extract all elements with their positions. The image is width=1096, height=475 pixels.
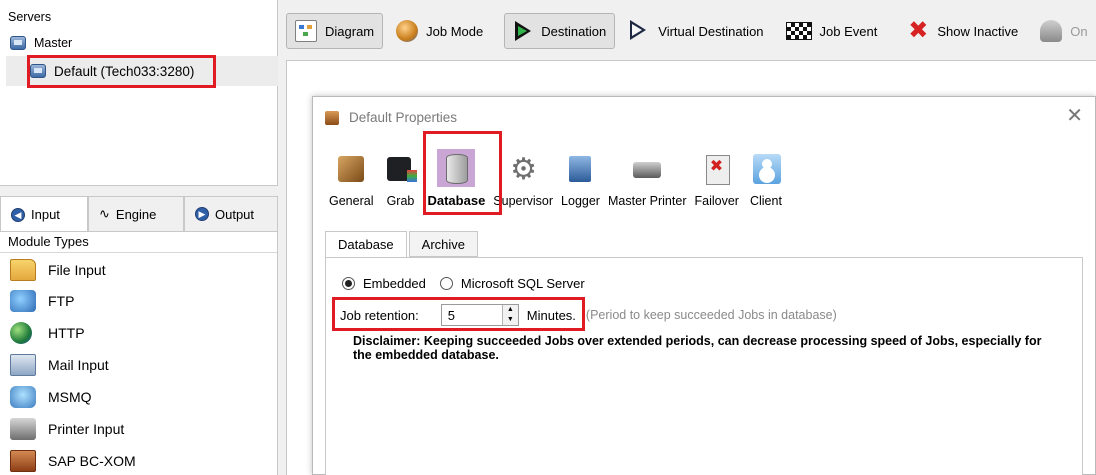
- module-types-panel: Module Types File Input FTP HTTP Mail In…: [0, 231, 278, 475]
- mail-icon: [10, 354, 36, 376]
- job-mode-label: Job Mode: [426, 23, 484, 39]
- sap-icon: [10, 450, 36, 472]
- main-toolbar: Diagram Job Mode Destination Virtual Des…: [286, 6, 1096, 56]
- highlight-box-default-server: [27, 55, 216, 88]
- list-item-label: Printer Input: [48, 421, 125, 437]
- servers-panel: Servers Master Default (Tech033:3280): [0, 0, 278, 186]
- ftp-icon: [10, 290, 36, 312]
- logger-icon: [562, 150, 600, 188]
- tab-output-label: Output: [215, 206, 255, 222]
- output-icon: ▶: [195, 207, 209, 221]
- destination-button[interactable]: Destination: [504, 13, 616, 49]
- dialog-title-text: Default Properties: [349, 110, 458, 125]
- database-panel: Embedded Microsoft SQL Server Job retent…: [325, 257, 1083, 475]
- folder-icon: [10, 259, 36, 281]
- list-item-label: File Input: [48, 262, 106, 278]
- tab-input-label: Input: [31, 207, 60, 222]
- category-label: General: [329, 194, 374, 208]
- category-label: Client: [749, 194, 782, 208]
- show-inactive-label: Show Inactive: [937, 23, 1019, 39]
- category-failover[interactable]: Failover: [690, 150, 742, 208]
- engine-icon: ∿: [99, 206, 110, 221]
- diagram-label: Diagram: [325, 23, 375, 39]
- mssql-radio[interactable]: [439, 277, 453, 290]
- list-item-label: MSMQ: [48, 389, 92, 405]
- list-item[interactable]: SAP BC-XOM: [10, 450, 136, 472]
- diagram-icon: [295, 20, 317, 42]
- category-client[interactable]: Client: [743, 150, 789, 208]
- show-inactive-button[interactable]: ✖ Show Inactive: [898, 13, 1027, 49]
- list-item[interactable]: File Input: [10, 259, 106, 281]
- checkered-flag-icon: [785, 22, 812, 40]
- input-icon: ◀: [11, 207, 25, 222]
- grab-icon: [381, 150, 419, 188]
- printer-icon: [10, 418, 36, 440]
- category-label: Failover: [694, 194, 739, 208]
- job-event-label: Job Event: [819, 23, 878, 39]
- properties-icon: [325, 110, 339, 125]
- general-icon: [332, 150, 370, 188]
- on-label: On: [1070, 23, 1088, 39]
- category-bar: General Grab Database Supervisor Logger …: [325, 149, 789, 208]
- category-label: Logger: [561, 194, 600, 208]
- highlight-box-database-category: [423, 131, 502, 215]
- server-icon: [10, 36, 26, 50]
- on-icon: [1040, 20, 1063, 42]
- on-button[interactable]: On: [1031, 13, 1096, 49]
- tab-output[interactable]: ▶ Output: [184, 196, 278, 231]
- globe-icon: [10, 322, 32, 344]
- tab-archive[interactable]: Archive: [408, 231, 479, 257]
- failover-icon: [698, 150, 736, 188]
- database-type-options: Embedded Microsoft SQL Server: [342, 276, 585, 291]
- module-types-header: Module Types: [0, 232, 277, 253]
- category-general[interactable]: General: [325, 150, 377, 208]
- supervisor-icon: [504, 150, 542, 188]
- dialog-title: Default Properties: [325, 110, 457, 125]
- list-item[interactable]: Mail Input: [10, 354, 109, 376]
- red-x-icon: ✖: [908, 17, 929, 44]
- list-item-label: Mail Input: [48, 357, 109, 373]
- list-item[interactable]: HTTP: [10, 322, 85, 344]
- virtual-destination-label: Virtual Destination: [658, 23, 764, 39]
- database-tabs: Database Archive: [325, 231, 480, 258]
- printer-icon: [628, 150, 666, 188]
- destination-icon: [513, 21, 533, 41]
- client-icon: [747, 150, 785, 188]
- tree-item-master-label: Master: [34, 36, 73, 50]
- embedded-radio[interactable]: [342, 277, 355, 290]
- list-item[interactable]: FTP: [10, 290, 74, 312]
- tab-engine[interactable]: ∿ Engine: [88, 196, 184, 231]
- servers-header: Servers: [8, 10, 52, 24]
- list-item-label: HTTP: [48, 325, 85, 341]
- tab-database[interactable]: Database: [325, 231, 407, 258]
- list-item[interactable]: Printer Input: [10, 418, 124, 440]
- tree-item-master[interactable]: Master: [10, 36, 72, 50]
- close-icon[interactable]: ✕: [1066, 106, 1083, 126]
- list-item[interactable]: MSMQ: [10, 386, 92, 408]
- category-label: Grab: [386, 194, 415, 208]
- category-grab[interactable]: Grab: [377, 150, 423, 208]
- job-event-button[interactable]: Job Event: [777, 13, 887, 49]
- mssql-label: Microsoft SQL Server: [460, 276, 585, 291]
- module-tabs: ◀ Input ∿ Engine ▶ Output: [0, 196, 278, 232]
- embedded-label: Embedded: [363, 276, 426, 291]
- tab-input[interactable]: ◀ Input: [0, 196, 88, 232]
- category-logger[interactable]: Logger: [557, 150, 604, 208]
- virtual-destination-icon: [628, 20, 650, 42]
- virtual-destination-button[interactable]: Virtual Destination: [619, 13, 772, 49]
- job-retention-hint: (Period to keep succeeded Jobs in databa…: [585, 308, 837, 322]
- gears-icon: [396, 20, 419, 42]
- diagram-button[interactable]: Diagram: [286, 13, 384, 49]
- category-label: Master Printer: [607, 194, 687, 208]
- disclaimer-text: Disclaimer: Keeping succeeded Jobs over …: [353, 334, 1042, 362]
- destination-label: Destination: [541, 23, 607, 39]
- highlight-box-job-retention: [332, 297, 585, 331]
- category-label: Supervisor: [493, 194, 554, 208]
- msmq-icon: [10, 386, 36, 408]
- tab-engine-label: Engine: [115, 206, 157, 222]
- list-item-label: SAP BC-XOM: [48, 453, 136, 469]
- job-mode-button[interactable]: Job Mode: [387, 13, 492, 49]
- category-master-printer[interactable]: Master Printer: [604, 150, 691, 208]
- list-item-label: FTP: [48, 293, 75, 309]
